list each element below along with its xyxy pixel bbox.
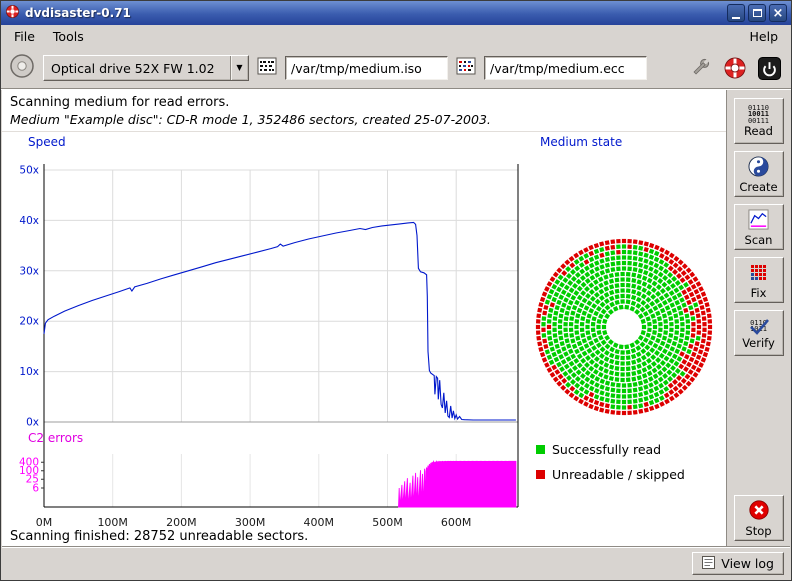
svg-text:20x: 20x [19, 316, 39, 328]
svg-text:0M: 0M [36, 516, 53, 529]
chart-tick-labels: 0x 10x 20x 30x 40x 50x 625100400 0M 100M 200M 300M… [19, 165, 471, 530]
menu-help[interactable]: Help [741, 26, 788, 47]
drive-select-dropdown[interactable]: Optical drive 52X FW 1.02 ▼ [43, 55, 249, 81]
legend-label: Successfully read [552, 442, 661, 457]
green-square-icon [536, 445, 545, 454]
scan-button[interactable]: Scan [734, 204, 784, 250]
menu-file[interactable]: File [5, 26, 44, 47]
svg-text:25: 25 [26, 474, 39, 486]
power-icon [758, 57, 781, 80]
menubar: File Tools Help [1, 25, 791, 48]
svg-text:30x: 30x [19, 265, 39, 277]
svg-text:40x: 40x [19, 215, 39, 227]
view-log-label: View log [721, 556, 774, 571]
ecc-file-input[interactable] [484, 56, 647, 80]
svg-text:6: 6 [32, 483, 39, 495]
svg-text:500M: 500M [372, 516, 403, 529]
red-square-icon [536, 470, 545, 479]
main-panel: Scanning medium for read errors. Medium … [2, 90, 728, 548]
close-button[interactable]: × [769, 4, 787, 22]
window-title: dvdisaster-0.71 [25, 6, 722, 20]
menu-tools[interactable]: Tools [44, 26, 93, 47]
verify-button[interactable]: 0110 1011 Verify [734, 310, 784, 356]
stop-button[interactable]: Stop [734, 495, 784, 541]
titlebar[interactable]: dvdisaster-0.71 × [1, 1, 791, 25]
binary-check-icon: 0110 1011 [746, 318, 772, 336]
quit-button[interactable] [758, 57, 781, 80]
svg-text:100: 100 [19, 465, 39, 477]
svg-text:100M: 100M [97, 516, 128, 529]
c2-errors-area [399, 461, 516, 507]
svg-text:10x: 10x [19, 366, 39, 378]
svg-text:200M: 200M [166, 516, 197, 529]
fix-sectors-icon [748, 262, 769, 286]
legend-unreadable: Unreadable / skipped [536, 467, 685, 482]
minimize-button[interactable] [727, 4, 745, 22]
medium-info-line: Medium "Example disc": CD-R mode 1, 3524… [10, 112, 491, 127]
legend-successfully-read: Successfully read [536, 442, 661, 457]
status-line: Scanning medium for read errors. [10, 95, 229, 110]
separator [2, 131, 728, 132]
yin-yang-icon [748, 156, 769, 180]
maximize-button[interactable] [748, 4, 766, 22]
close-icon: × [773, 7, 784, 20]
c2-errors-label: C2 errors [28, 431, 83, 445]
svg-text:600M: 600M [441, 516, 472, 529]
preferences-button[interactable] [688, 56, 712, 80]
stop-icon [748, 499, 770, 524]
chevron-down-icon: ▼ [231, 64, 248, 72]
create-button[interactable]: Create [734, 151, 784, 197]
image-file-input[interactable] [285, 56, 448, 80]
drive-icon [8, 52, 36, 84]
medium-state-label: Medium state [540, 135, 622, 149]
about-button[interactable] [723, 56, 747, 80]
scan-result-line: Scanning finished: 28752 unreadable sect… [10, 529, 308, 544]
speed-chart-label: Speed [28, 135, 66, 149]
chart-axes [44, 164, 518, 507]
footer-bar: View log [2, 546, 790, 579]
fix-button[interactable]: Fix [734, 257, 784, 303]
wrench-icon [688, 56, 712, 80]
read-button[interactable]: 01110 10011 00111 Read [734, 98, 784, 144]
maximize-icon [753, 9, 762, 17]
minimize-icon [732, 17, 740, 19]
image-file-icon [256, 55, 278, 81]
svg-text:300M: 300M [235, 516, 266, 529]
log-icon [702, 556, 715, 572]
ecc-file-icon [455, 55, 477, 81]
app-window: dvdisaster-0.71 × File Tools Help Optica… [0, 0, 792, 581]
medium-state-disc [536, 239, 712, 415]
legend-label: Unreadable / skipped [552, 467, 685, 482]
svg-text:50x: 50x [19, 165, 39, 177]
toolbar: Optical drive 52X FW 1.02 ▼ [1, 48, 791, 89]
drive-select-value: Optical drive 52X FW 1.02 [44, 61, 230, 76]
action-sidebar: 01110 10011 00111 Read Create [726, 90, 790, 548]
binary-read-icon: 01110 10011 00111 [748, 105, 769, 125]
chart-grid [44, 170, 518, 507]
speed-curve [44, 222, 516, 420]
svg-text:400: 400 [19, 457, 39, 469]
view-log-button[interactable]: View log [692, 552, 784, 575]
scan-chart-icon [748, 209, 769, 233]
svg-text:400M: 400M [304, 516, 335, 529]
svg-text:0x: 0x [26, 417, 39, 429]
window-logo-icon [5, 4, 20, 23]
lifesaver-logo-icon [723, 56, 747, 80]
